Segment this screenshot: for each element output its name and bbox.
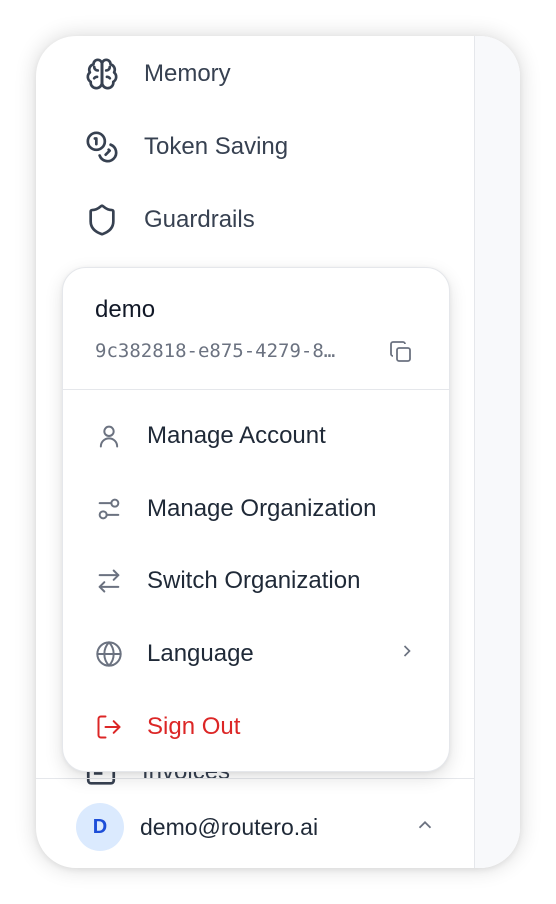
sidebar-item-guardrails[interactable]: Guardrails: [84, 200, 255, 240]
copy-icon: [390, 341, 411, 362]
sidebar-item-label: Memory: [144, 60, 231, 87]
account-id: 9c382818-e875-4279-8…: [95, 340, 336, 362]
account-name: demo: [95, 296, 156, 323]
account-email: demo@routero.ai: [140, 813, 319, 840]
sign-out-icon: [95, 713, 123, 741]
chevron-up-icon[interactable]: [414, 814, 436, 841]
brain-icon: [84, 56, 120, 92]
menu-item-label: Language: [147, 640, 254, 667]
menu-item-label: Sign Out: [147, 713, 241, 740]
copy-id-button[interactable]: [389, 340, 415, 366]
menu-item-manage-account[interactable]: Manage Account: [95, 414, 417, 458]
user-icon: [95, 422, 123, 450]
menu-item-sign-out[interactable]: Sign Out: [95, 705, 417, 749]
sidebar-item-label: Guardrails: [144, 206, 255, 233]
account-menu-popover: demo 9c382818-e875-4279-8… Manage Accoun…: [62, 267, 450, 772]
main-content-edge: [474, 36, 520, 868]
menu-item-label: Manage Account: [147, 422, 326, 449]
footer-divider: [36, 778, 474, 779]
sliders-icon: [95, 495, 123, 523]
menu-divider: [63, 389, 449, 390]
sidebar-item-label: Token Saving: [144, 133, 289, 160]
menu-item-manage-organization[interactable]: Manage Organization: [95, 487, 417, 531]
menu-item-label: Switch Organization: [147, 567, 361, 594]
menu-item-switch-organization[interactable]: Switch Organization: [95, 559, 417, 603]
sidebar-item-memory[interactable]: Memory: [84, 54, 231, 94]
account-switcher[interactable]: D demo@routero.ai: [76, 802, 436, 852]
menu-item-label: Manage Organization: [147, 495, 377, 522]
switch-arrows-icon: [95, 567, 123, 595]
globe-icon: [95, 640, 123, 668]
sidebar-item-token-saving[interactable]: Token Saving: [84, 127, 288, 167]
coins-icon: [84, 129, 120, 165]
avatar: D: [76, 803, 124, 851]
chevron-right-icon: [397, 640, 417, 668]
menu-item-language[interactable]: Language: [95, 632, 417, 676]
shield-icon: [84, 202, 120, 238]
